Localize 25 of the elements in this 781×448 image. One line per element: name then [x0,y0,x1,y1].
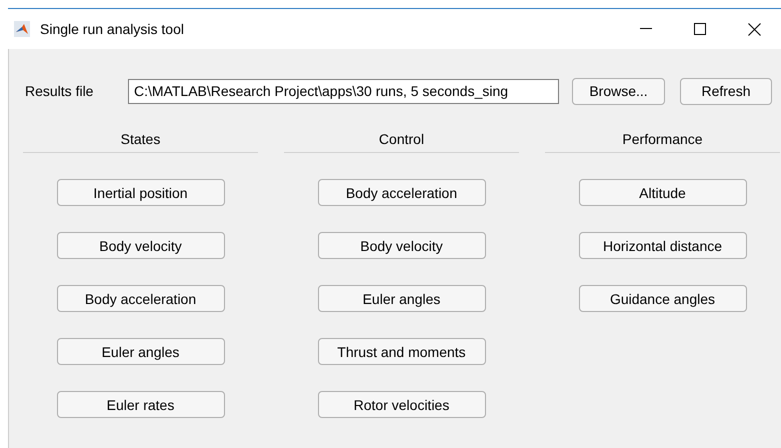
results-file-field[interactable]: C:\MATLAB\Research Project\apps\30 runs, 5 seconds_sing [128,78,559,104]
plot-button[interactable]: Euler rates [56,391,224,418]
plot-button[interactable]: Rotor velocities [318,391,486,418]
field-label: Results file [25,83,94,99]
plot-button[interactable]: Inertial position [56,179,224,206]
plot-button[interactable]: Body acceleration [56,285,224,312]
refresh-button[interactable]: Refresh [680,78,772,104]
plot-button[interactable]: Euler angles [56,338,224,365]
plot-button[interactable]: Body velocity [318,232,486,259]
browse-button[interactable]: Browse... [572,78,665,104]
plot-button[interactable]: Guidance angles [578,285,746,312]
app-logo-icon [14,21,30,37]
minimize-icon[interactable] [640,28,652,30]
maximize-icon[interactable] [694,23,706,35]
plot-button[interactable]: Thrust and moments [318,338,486,365]
close-icon[interactable] [748,22,760,36]
section-heading: Performance [545,131,780,153]
plot-button[interactable]: Body velocity [56,232,224,259]
plot-button[interactable]: Euler angles [318,285,486,312]
plot-button[interactable]: Altitude [578,179,746,206]
section-heading: Control [284,131,519,153]
plot-button[interactable]: Body acceleration [318,179,486,206]
section-heading: States [23,131,258,153]
window-title: Single run analysis tool [40,21,185,37]
plot-button[interactable]: Horizontal distance [578,232,746,259]
